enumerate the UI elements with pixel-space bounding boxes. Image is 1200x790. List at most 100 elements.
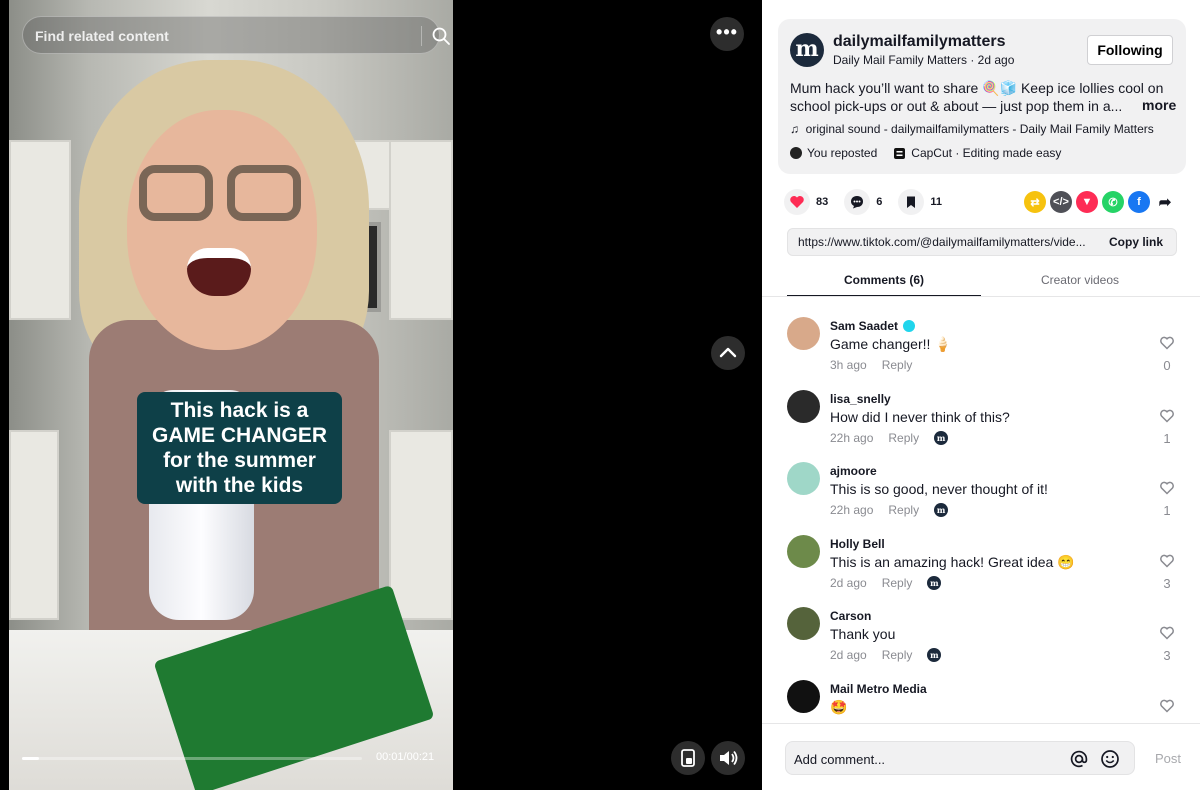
- comment-meta: 22h ago Reply m: [830, 430, 949, 445]
- like-count: 83: [816, 196, 829, 208]
- comment-text: Thank you: [830, 626, 896, 643]
- share-arrow-icon[interactable]: ➦: [1154, 191, 1176, 213]
- heart-outline-icon: [1160, 554, 1174, 568]
- emoji-icon[interactable]: [1100, 749, 1120, 769]
- reply-button[interactable]: Reply: [888, 431, 919, 445]
- comment-like-button[interactable]: [1157, 698, 1177, 720]
- comment-like-button[interactable]: 3: [1157, 625, 1177, 663]
- video-stage: This hack is a GAME CHANGER for the summ…: [0, 0, 762, 790]
- comment-like-count: 0: [1163, 358, 1171, 373]
- heart-outline-icon: [1160, 627, 1174, 640]
- like-action[interactable]: 83: [784, 189, 828, 215]
- caption-line: GAME CHANGER: [151, 424, 327, 447]
- mention-icon[interactable]: [1069, 749, 1089, 769]
- search-bar[interactable]: [22, 16, 450, 54]
- sound-link[interactable]: ♫ original sound - dailymailfamilymatter…: [790, 122, 1154, 136]
- panel-tabs: Comments (6) Creator videos: [787, 264, 1177, 297]
- music-note-icon: ♫: [790, 122, 806, 136]
- post-button[interactable]: Post: [1155, 751, 1181, 766]
- comment-text: This is an amazing hack! Great idea 😁: [830, 553, 1075, 570]
- kitchen-cabinet: [9, 430, 59, 620]
- comment-like-button[interactable]: 1: [1157, 480, 1177, 518]
- creator-liked-icon: m: [927, 648, 942, 663]
- search-divider: [421, 26, 422, 46]
- embed-icon[interactable]: </>: [1050, 191, 1072, 213]
- bookmark-icon: [898, 189, 925, 215]
- commenter-avatar[interactable]: [787, 680, 820, 713]
- volume-icon: [720, 750, 738, 766]
- caption-line: with the kids: [175, 474, 304, 497]
- comment-username-text: ajmoore: [830, 464, 877, 479]
- comment-like-count: 1: [1163, 503, 1171, 519]
- sound-label: original sound - dailymailfamilymatters …: [805, 122, 1154, 136]
- following-button[interactable]: Following: [1087, 35, 1173, 65]
- reply-button[interactable]: Reply: [882, 576, 913, 590]
- comment-username-text: Carson: [830, 609, 872, 624]
- video-url[interactable]: https://www.tiktok.com/@dailymailfamilym…: [798, 235, 1098, 249]
- save-action[interactable]: 11: [898, 189, 942, 215]
- tab-creator-videos[interactable]: Creator videos: [983, 273, 1177, 287]
- video-player[interactable]: This hack is a GAME CHANGER for the summ…: [9, 0, 453, 790]
- commenter-avatar[interactable]: [787, 462, 820, 496]
- commenter-avatar[interactable]: [787, 317, 820, 350]
- creator-subline: Daily Mail Family Matters · 2d ago: [833, 53, 1015, 67]
- mini-player-button[interactable]: [671, 741, 705, 775]
- whatsapp-icon[interactable]: ✆: [1102, 191, 1124, 213]
- search-icon[interactable]: [431, 26, 451, 46]
- comment-username[interactable]: Sam Saadet: [830, 319, 916, 333]
- copy-link-button[interactable]: Copy link: [1109, 235, 1163, 249]
- comments-list[interactable]: Sam Saadet Game changer!! 🍦 3h ago Reply…: [762, 306, 1200, 720]
- video-progress-bar[interactable]: [22, 757, 362, 760]
- chevron-up-icon: [719, 347, 737, 358]
- comment-username[interactable]: lisa_snelly: [830, 392, 891, 406]
- creator-avatar[interactable]: m: [790, 33, 824, 67]
- description-more-link[interactable]: more: [1136, 97, 1177, 113]
- facebook-icon[interactable]: f: [1128, 191, 1150, 213]
- commenter-avatar[interactable]: [787, 389, 820, 423]
- reply-button[interactable]: Reply: [882, 648, 913, 662]
- reply-button[interactable]: Reply: [888, 503, 919, 517]
- commenter-avatar[interactable]: [787, 534, 820, 568]
- reply-button[interactable]: Reply: [882, 358, 913, 372]
- add-comment-bar: Post: [762, 723, 1200, 790]
- comment-time: 2d ago: [830, 648, 867, 663]
- comment-action[interactable]: 6: [844, 189, 882, 215]
- capcut-icon: [894, 147, 906, 159]
- add-comment-field[interactable]: [785, 741, 1135, 775]
- comment-username[interactable]: Carson: [830, 609, 871, 623]
- tab-comments[interactable]: Comments (6): [787, 273, 981, 297]
- comment-text: How did I never think of this?: [830, 408, 1010, 425]
- share-row: ⇄ </> ▼ ✆ f ➦: [1024, 191, 1176, 213]
- capcut-tag[interactable]: CapCut · Editing made easy: [893, 146, 1061, 160]
- search-input[interactable]: [35, 26, 395, 46]
- verified-badge-icon: [903, 320, 916, 332]
- comment-like-button[interactable]: 3: [1157, 553, 1177, 591]
- comment-text: This is so good, never thought of it!: [830, 481, 1048, 498]
- comment-username[interactable]: Holly Bell: [830, 537, 885, 551]
- link-box: https://www.tiktok.com/@dailymailfamilym…: [787, 228, 1177, 256]
- comment-item: lisa_snelly How did I never think of thi…: [787, 380, 1187, 450]
- heart-outline-icon: [1160, 699, 1174, 713]
- tabs-divider: [762, 296, 1200, 297]
- comment-like-count: 1: [1163, 430, 1171, 446]
- previous-video-button[interactable]: [711, 336, 745, 370]
- video-caption: This hack is a GAME CHANGER for the summ…: [137, 392, 342, 504]
- comment-username[interactable]: Mail Metro Media: [830, 682, 927, 696]
- reposted-tag[interactable]: You reposted: [790, 146, 877, 160]
- repost-avatar-icon: [790, 147, 802, 159]
- creator-username[interactable]: dailymailfamilymatters: [833, 33, 1006, 51]
- more-options-button[interactable]: •••: [710, 17, 744, 51]
- heart-outline-icon: [1160, 409, 1174, 423]
- send-to-friends-icon[interactable]: ▼: [1076, 191, 1098, 213]
- comment-like-button[interactable]: 0: [1157, 335, 1177, 373]
- volume-button[interactable]: [711, 741, 745, 775]
- creator-liked-icon: m: [934, 430, 949, 445]
- repost-icon[interactable]: ⇄: [1024, 191, 1046, 213]
- comment-like-button[interactable]: 1: [1157, 408, 1177, 446]
- add-comment-input[interactable]: [794, 750, 1064, 768]
- heart-icon: [784, 189, 810, 215]
- comment-username[interactable]: ajmoore: [830, 464, 877, 478]
- comment-count: 6: [876, 196, 883, 208]
- commenter-avatar[interactable]: [787, 607, 820, 641]
- kitchen-cabinet: [389, 430, 453, 620]
